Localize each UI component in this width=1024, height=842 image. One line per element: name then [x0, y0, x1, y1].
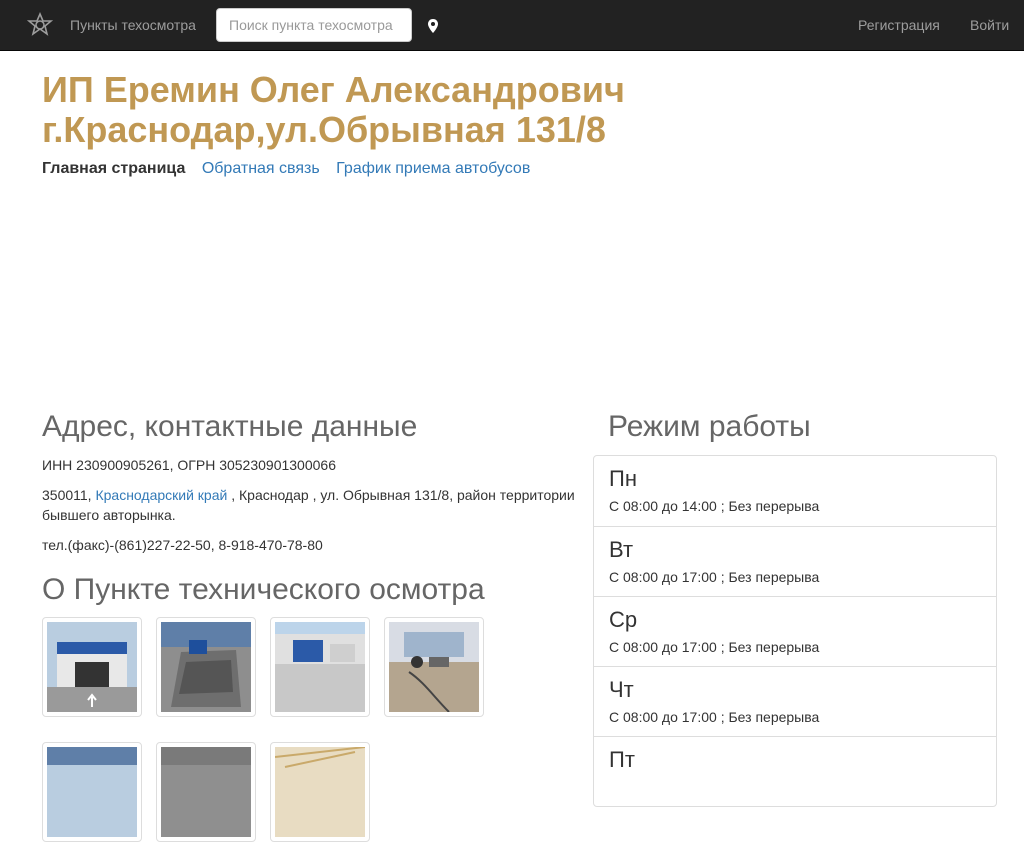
photo-thumbnail[interactable]: [270, 742, 370, 842]
about-heading: О Пункте технического осмотра: [42, 573, 485, 606]
schedule-heading: Режим работы: [608, 410, 811, 443]
location-pin-icon[interactable]: [426, 18, 440, 34]
search-input[interactable]: [216, 8, 412, 42]
photo-6: [161, 747, 251, 837]
tab-feedback[interactable]: Обратная связь: [202, 160, 320, 177]
register-link[interactable]: Регистрация: [858, 17, 940, 33]
login-link[interactable]: Войти: [970, 17, 1009, 33]
photo-5: [47, 747, 137, 837]
day-hours: С 08:00 до 17:00 ; Без перерыва: [609, 709, 820, 725]
schedule-day: Пн С 08:00 до 14:00 ; Без перерыва: [594, 456, 996, 526]
day-name: Чт: [609, 677, 634, 702]
section-tabs: Главная страница Обратная связь График п…: [42, 160, 542, 178]
schedule-day: Пт: [594, 736, 996, 806]
day-hours: С 08:00 до 17:00 ; Без перерыва: [609, 639, 820, 655]
tab-home[interactable]: Главная страница: [42, 160, 185, 177]
phone-text: тел.(факс)-(861)227-22-50, 8-918-470-78-…: [42, 537, 323, 553]
photo-thumbnail[interactable]: [42, 617, 142, 717]
photo-thumbnail[interactable]: [156, 617, 256, 717]
title-address: г.Краснодар,ул.Обрывная 131/8: [42, 109, 606, 150]
photo-thumbnail[interactable]: [42, 742, 142, 842]
photo-7: [275, 747, 365, 837]
day-name: Пн: [609, 466, 637, 491]
building-photo: [47, 622, 137, 712]
region-link[interactable]: Краснодарский край: [95, 487, 227, 503]
photo-thumbnail[interactable]: [156, 742, 256, 842]
photo-thumbnail[interactable]: [384, 617, 484, 717]
equipment-photo: [389, 622, 479, 712]
brand-link[interactable]: Пункты техосмотра: [70, 17, 196, 33]
top-navbar: Пункты техосмотра Регистрация Войти: [0, 0, 1024, 51]
contacts-heading: Адрес, контактные данные: [42, 410, 418, 443]
logo-icon[interactable]: [27, 12, 53, 38]
day-name: Вт: [609, 537, 634, 562]
day-hours: С 08:00 до 14:00 ; Без перерыва: [609, 498, 820, 514]
schedule-day: Ср С 08:00 до 17:00 ; Без перерыва: [594, 596, 996, 666]
inspection-pit-photo: [161, 622, 251, 712]
schedule-day: Вт С 08:00 до 17:00 ; Без перерыва: [594, 526, 996, 596]
title-name: ИП Еремин Олег Александрович: [42, 69, 625, 110]
day-name: Пт: [609, 747, 635, 772]
day-name: Ср: [609, 607, 638, 632]
photo-thumbnail[interactable]: [270, 617, 370, 717]
schedule-list: Пн С 08:00 до 14:00 ; Без перерыва Вт С …: [593, 455, 997, 807]
postcode: 350011,: [42, 487, 92, 503]
inn-text: ИНН 230900905261, ОГРН 305230901300066: [42, 457, 336, 473]
day-hours: С 08:00 до 17:00 ; Без перерыва: [609, 569, 820, 585]
page-title: ИП Еремин Олег Александрович г.Краснодар…: [42, 70, 662, 150]
yard-photo: [275, 622, 365, 712]
tab-bus-schedule[interactable]: График приема автобусов: [336, 160, 530, 177]
address-text: 350011, Краснодарский край , Краснодар ,…: [42, 485, 587, 525]
schedule-day: Чт С 08:00 до 17:00 ; Без перерыва: [594, 666, 996, 736]
